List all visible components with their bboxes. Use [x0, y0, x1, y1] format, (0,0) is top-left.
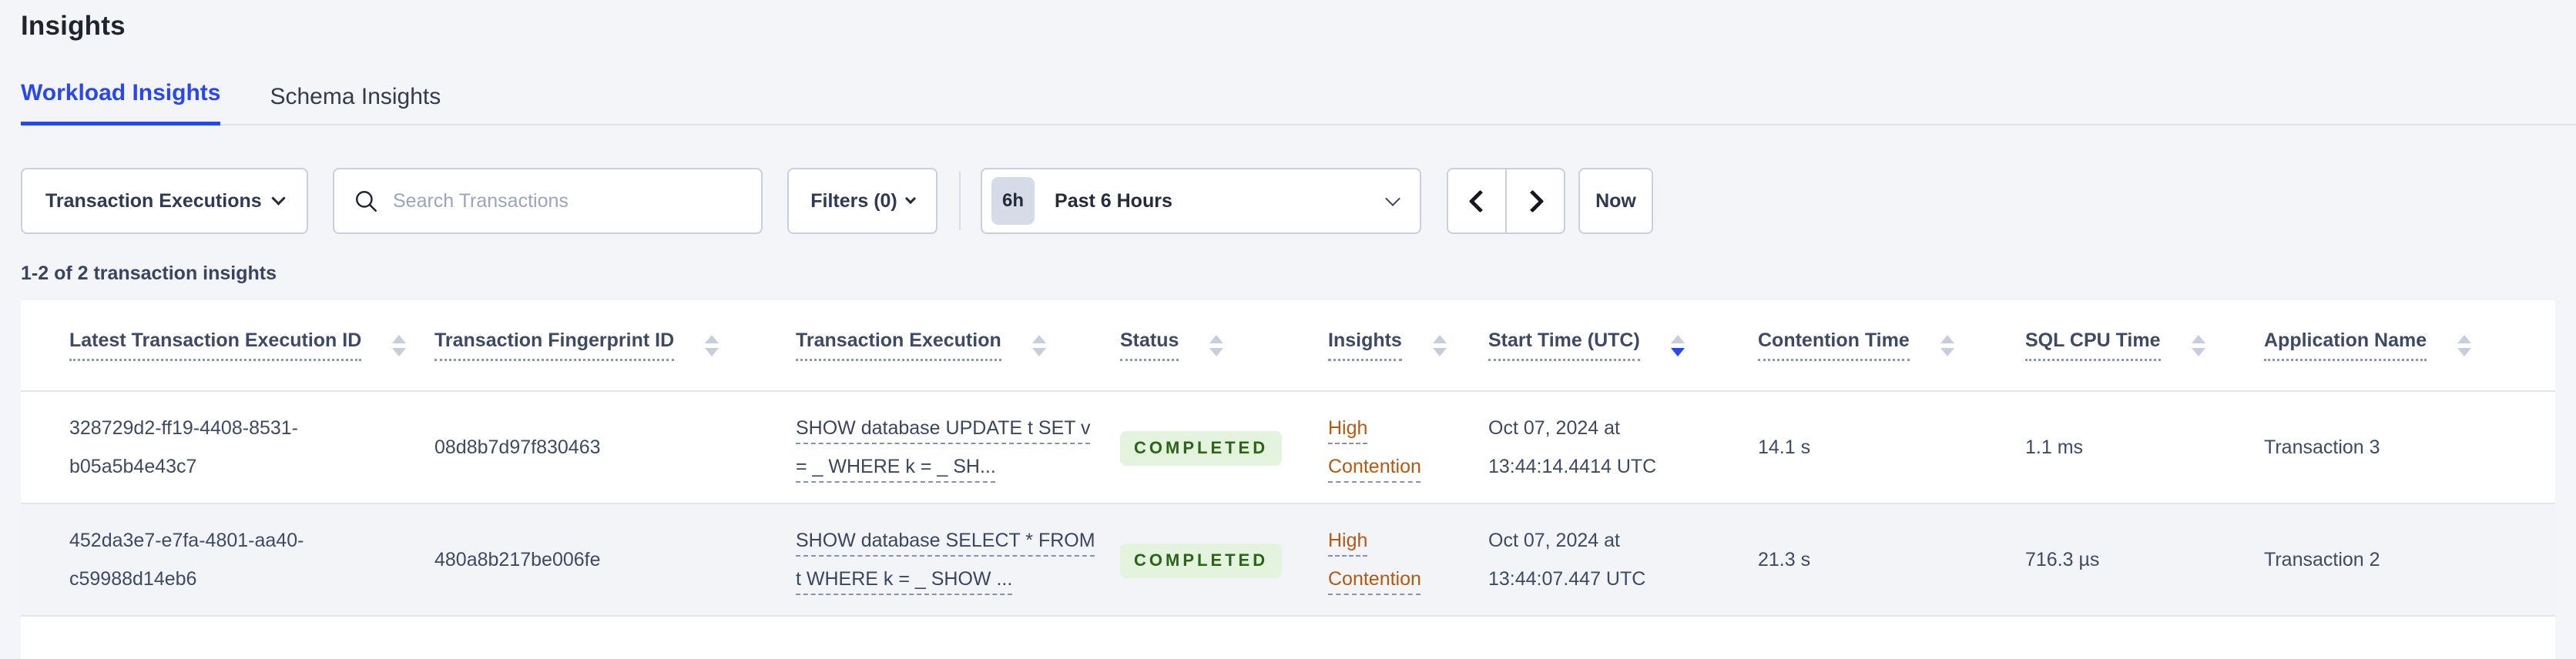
- cell-contention-time: 21.3 s: [1758, 503, 2025, 617]
- column-header-status[interactable]: Status: [1120, 300, 1328, 392]
- cell-sql-cpu-time: 1.1 ms: [2025, 391, 2264, 504]
- cell-fingerprint-id: 480a8b217be006fe: [434, 503, 796, 617]
- cell-status: COMPLETED: [1120, 391, 1328, 504]
- sort-carets-icon[interactable]: [392, 334, 407, 356]
- results-summary: 1-2 of 2 transaction insights: [21, 263, 277, 284]
- sort-carets-icon[interactable]: [1940, 334, 1954, 356]
- cell-latest-execution-id: 328729d2-ff19-4408-8531-b05a5b4e43c7: [21, 391, 434, 504]
- cell-contention-time: 14.1 s: [1758, 391, 2025, 504]
- transaction-type-label: Transaction Executions: [45, 189, 262, 212]
- cell-transaction-execution: SHOW database UPDATE t SET v = _ WHERE k…: [796, 391, 1120, 504]
- cell-start-time: Oct 07, 2024 at 13:44:07.447 UTC: [1488, 503, 1758, 617]
- tab-schema-insights[interactable]: Schema Insights: [270, 84, 441, 125]
- filters-dropdown[interactable]: Filters (0): [787, 168, 937, 234]
- cell-status: COMPLETED: [1120, 503, 1328, 617]
- cell-start-time: Oct 07, 2024 at 13:44:14.4414 UTC: [1488, 391, 1758, 504]
- time-prev-button[interactable]: [1447, 168, 1507, 234]
- now-button[interactable]: Now: [1578, 168, 1653, 234]
- transaction-statement-link[interactable]: SHOW database UPDATE t SET v = _ WHERE k…: [796, 417, 1091, 477]
- time-range-badge: 6h: [991, 177, 1035, 225]
- cell-sql-cpu-time: 716.3 µs: [2025, 503, 2264, 617]
- column-header-transaction-execution[interactable]: Transaction Execution: [796, 300, 1120, 392]
- column-header-sql-cpu-time[interactable]: SQL CPU Time: [2025, 300, 2264, 392]
- transaction-statement-link[interactable]: SHOW database SELECT * FROM t WHERE k = …: [796, 530, 1095, 590]
- search-box: [333, 168, 763, 234]
- chevron-down-icon: [904, 192, 916, 204]
- time-range-pager: [1447, 168, 1565, 234]
- insights-page: Insights Workload Insights Schema Insigh…: [0, 0, 2576, 659]
- filters-label: Filters (0): [810, 189, 897, 212]
- search-input[interactable]: [393, 189, 743, 212]
- cell-insights: High Contention: [1328, 503, 1488, 617]
- toolbar: Transaction Executions Filters (0) 6h Pa…: [21, 168, 2555, 234]
- sort-carets-icon[interactable]: [2457, 334, 2472, 356]
- column-header-application-name[interactable]: Application Name: [2264, 300, 2555, 392]
- transaction-type-dropdown[interactable]: Transaction Executions: [21, 168, 308, 234]
- cell-insights: High Contention: [1328, 391, 1488, 504]
- toolbar-divider: [959, 172, 961, 230]
- chevron-right-icon: [1521, 189, 1544, 212]
- time-range-picker[interactable]: 6h Past 6 Hours: [981, 168, 1421, 234]
- sort-carets-icon[interactable]: [705, 334, 719, 356]
- table-row: 328729d2-ff19-4408-8531-b05a5b4e43c7 08d…: [21, 391, 2555, 504]
- status-badge: COMPLETED: [1120, 544, 1283, 578]
- page-title: Insights: [21, 11, 126, 41]
- time-range-label: Past 6 Hours: [1055, 189, 1172, 212]
- chevron-down-icon: [271, 191, 286, 206]
- time-next-button[interactable]: [1505, 168, 1565, 234]
- tab-workload-insights[interactable]: Workload Insights: [21, 80, 221, 125]
- sort-carets-icon[interactable]: [1432, 334, 1447, 356]
- transaction-insights-table: Latest Transaction Execution ID Transact…: [21, 300, 2555, 617]
- sort-carets-icon[interactable]: [2191, 334, 2205, 356]
- column-header-contention-time[interactable]: Contention Time: [1758, 300, 2025, 392]
- sort-carets-icon[interactable]: [1031, 334, 1046, 356]
- sort-carets-icon[interactable]: [1209, 334, 1224, 356]
- column-header-fingerprint-id[interactable]: Transaction Fingerprint ID: [434, 300, 796, 392]
- cell-application-name: Transaction 2: [2264, 503, 2555, 617]
- table-row: 452da3e7-e7fa-4801-aa40-c59988d14eb6 480…: [21, 503, 2555, 617]
- table-header-row: Latest Transaction Execution ID Transact…: [21, 300, 2555, 392]
- tab-bar: Workload Insights Schema Insights: [21, 80, 2576, 125]
- sort-carets-icon[interactable]: [1670, 334, 1685, 356]
- cell-application-name: Transaction 3: [2264, 391, 2555, 504]
- column-header-insights[interactable]: Insights: [1328, 300, 1488, 392]
- search-icon: [356, 191, 377, 212]
- column-header-latest-execution-id[interactable]: Latest Transaction Execution ID: [21, 300, 434, 392]
- chevron-down-icon: [1385, 190, 1400, 206]
- insights-table-card: Latest Transaction Execution ID Transact…: [21, 300, 2555, 659]
- status-badge: COMPLETED: [1120, 431, 1283, 466]
- insight-link-high-contention[interactable]: High Contention: [1328, 417, 1421, 477]
- cell-transaction-execution: SHOW database SELECT * FROM t WHERE k = …: [796, 503, 1120, 617]
- insight-link-high-contention[interactable]: High Contention: [1328, 530, 1421, 590]
- cell-fingerprint-id: 08d8b7d97f830463: [434, 391, 796, 504]
- chevron-left-icon: [1468, 189, 1491, 212]
- cell-latest-execution-id: 452da3e7-e7fa-4801-aa40-c59988d14eb6: [21, 503, 434, 617]
- column-header-start-time[interactable]: Start Time (UTC): [1488, 300, 1758, 392]
